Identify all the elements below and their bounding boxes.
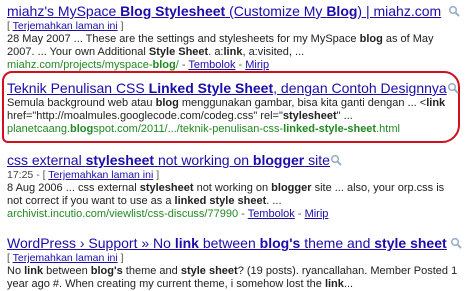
result-url: miahz.com/projects/myspace-blog/ (7, 59, 179, 71)
magnifier-icon[interactable] (330, 154, 342, 166)
translate-link[interactable]: Terjemahkan laman ini (13, 252, 118, 264)
result-snippet: Semula background web atau blog mengguna… (7, 97, 462, 123)
magnifier-icon[interactable] (450, 237, 462, 249)
result-snippet: No link between blog's theme and style s… (7, 265, 462, 291)
result-2: Teknik Penulisan CSS Linked Style Sheet,… (7, 80, 462, 136)
result-title[interactable]: miahz's MySpace Blog Stylesheet (Customi… (7, 3, 447, 20)
snippet-line: 8 Aug 2006 ... css external stylesheet n… (7, 182, 445, 194)
result-time: 17:25 (7, 169, 34, 181)
magnifier-icon[interactable] (448, 5, 460, 17)
result-meta: [ Terjemahkan laman ini ] (7, 20, 124, 32)
result-url: archivist.incutio.com/viewlist/css-discu… (7, 208, 239, 220)
result-title[interactable]: WordPress › Support » No link between bl… (7, 235, 447, 252)
similar-link[interactable]: Mirip (305, 208, 329, 220)
result-title[interactable]: Teknik Penulisan CSS Linked Style Sheet,… (7, 80, 447, 97)
snippet-line: Semula background web atau blog mengguna… (7, 97, 446, 109)
result-title[interactable]: css external stylesheet not working on b… (7, 152, 447, 169)
result-snippet: 8 Aug 2006 ... css external stylesheet n… (7, 182, 462, 208)
cached-link[interactable]: Tembolok (248, 208, 295, 220)
result-1: miahz's MySpace Blog Stylesheet (Customi… (7, 3, 462, 72)
snippet-line: not correct if you want to use as a link… (7, 195, 282, 207)
result-meta: 17:25 - [ Terjemahkan laman ini ] (7, 169, 160, 181)
translate-link[interactable]: Terjemahkan laman ini (48, 169, 153, 181)
result-meta: [ Terjemahkan laman ini ] (7, 252, 124, 264)
result-url-row: planetcaang.blogspot.com/2011/.../teknik… (7, 123, 462, 136)
result-3: css external stylesheet not working on b… (7, 152, 462, 221)
snippet-line: href="http://moalmules.googlecode.com/co… (7, 110, 353, 122)
result-url: planetcaang.blogspot.com/2011/.../teknik… (7, 123, 400, 135)
snippet-line: 28 May 2007 ... These are the settings a… (7, 33, 434, 45)
cached-link[interactable]: Tembolok (188, 59, 235, 71)
translate-link[interactable]: Terjemahkan laman ini (13, 20, 118, 32)
snippet-line: 2007. ... Your own Additional Style Shee… (7, 46, 305, 58)
magnifier-icon[interactable] (447, 82, 459, 94)
result-snippet: 28 May 2007 ... These are the settings a… (7, 33, 462, 59)
similar-link[interactable]: Mirip (245, 59, 269, 71)
snippet-line: No link between blog's theme and style s… (7, 265, 458, 277)
result-4: WordPress › Support » No link between bl… (7, 235, 462, 291)
result-url-row: archivist.incutio.com/viewlist/css-discu… (7, 208, 329, 220)
